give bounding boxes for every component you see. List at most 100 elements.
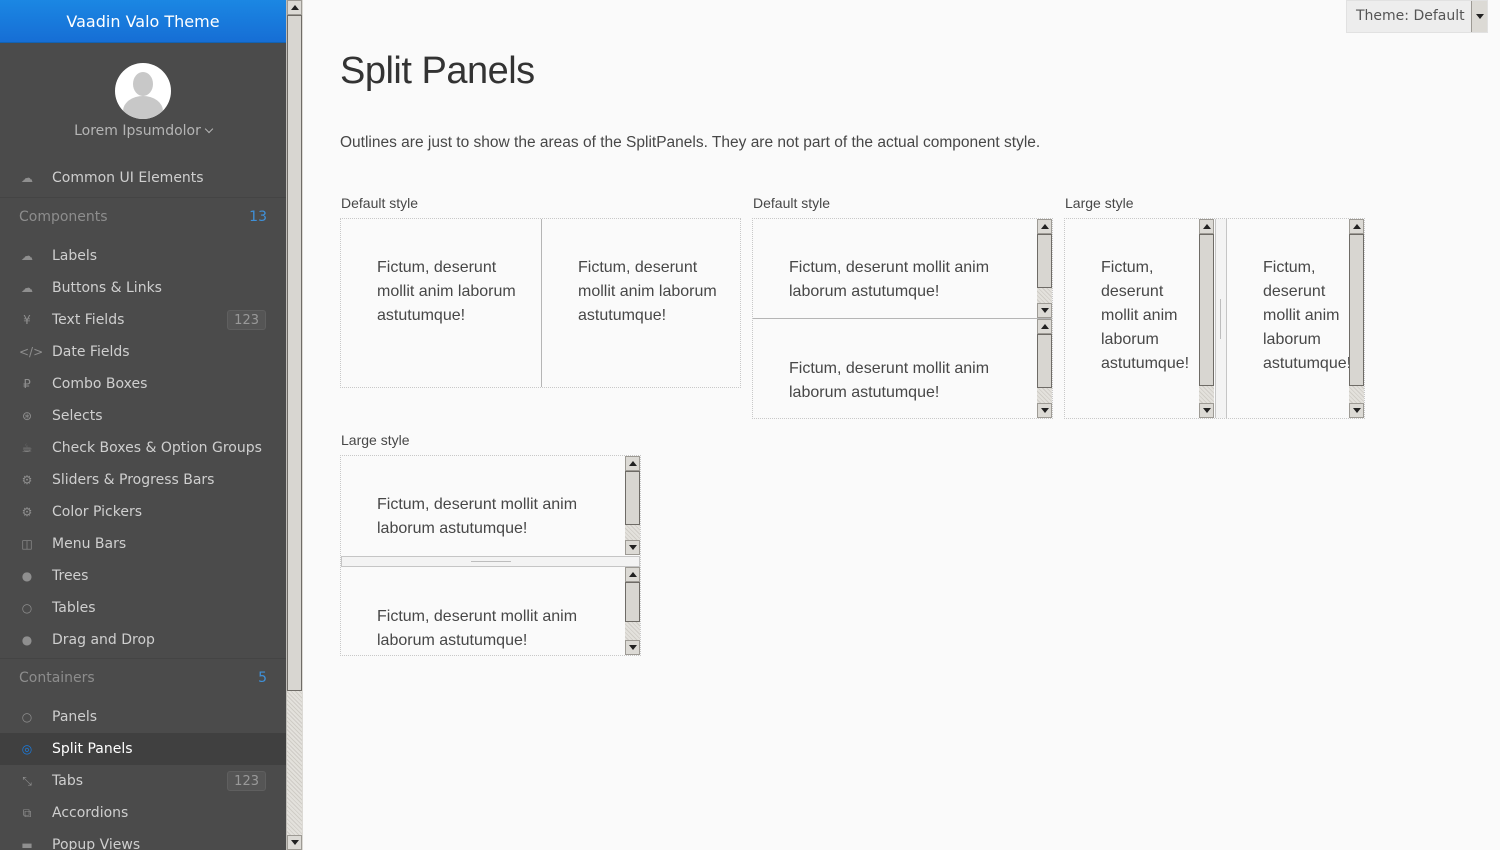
sidebar-item-label: Common UI Elements	[52, 170, 204, 186]
comment-outline-icon: ○	[21, 601, 33, 615]
scroll-up-button[interactable]	[287, 0, 302, 15]
scroll-down-button[interactable]	[287, 835, 302, 850]
sidebar-item-check-boxes[interactable]: ☕ Check Boxes & Option Groups	[0, 432, 286, 464]
user-menu[interactable]: Lorem Ipsumdolor	[0, 43, 286, 140]
sidebar-item-menu-bars[interactable]: ◫ Menu Bars	[0, 528, 286, 560]
user-name-menu[interactable]: Lorem Ipsumdolor	[0, 123, 286, 139]
scroll-thumb[interactable]	[625, 471, 640, 525]
scroll-track[interactable]	[625, 525, 640, 540]
scroll-thumb[interactable]	[287, 15, 302, 691]
sidebar-item-buttons-links[interactable]: ☁ Buttons & Links	[0, 272, 286, 304]
scroll-down-button[interactable]	[625, 640, 640, 655]
chevron-down-icon[interactable]	[1471, 1, 1487, 32]
split-panel-default-vertical: Fictum, deserunt mollit anim laborum ast…	[752, 218, 1053, 419]
scroll-track[interactable]	[287, 691, 302, 835]
page-description: Outlines are just to show the areas of t…	[340, 134, 1041, 151]
scroll-thumb[interactable]	[1037, 234, 1052, 288]
comments-outline-icon: ○	[21, 710, 33, 724]
panel-scrollbar[interactable]	[1037, 219, 1053, 318]
coffee-icon: ☕	[21, 441, 33, 455]
sidebar-item-trees[interactable]: ● Trees	[0, 560, 286, 592]
panel-scrollbar[interactable]	[1037, 319, 1053, 418]
theme-select-value: Theme: Default	[1356, 8, 1465, 24]
sidebar-item-accordions[interactable]: ⧉ Accordions	[0, 797, 286, 829]
scroll-up-button[interactable]	[1199, 219, 1214, 234]
yen-icon: ¥	[23, 313, 31, 327]
panel-text: Fictum, deserunt mollit anim laborum ast…	[789, 360, 990, 401]
sidebar-item-panels[interactable]: ○ Panels	[0, 701, 286, 733]
scroll-track[interactable]	[1199, 386, 1214, 403]
sidebar-item-label: Combo Boxes	[52, 376, 148, 392]
sidebar-item-label: Split Panels	[52, 741, 133, 757]
sidebar-item-combo-boxes[interactable]: ₽ Combo Boxes	[0, 368, 286, 400]
copy-icon: ⧉	[22, 806, 32, 820]
sidebar-item-common-ui-elements[interactable]: ☁ Common UI Elements	[0, 162, 286, 194]
sidebar-item-drag-and-drop[interactable]: ● Drag and Drop	[0, 624, 286, 656]
comment-icon: ●	[21, 569, 33, 583]
scroll-track[interactable]	[1349, 386, 1364, 403]
panel-caption: Large style	[1065, 195, 1134, 211]
comments-icon: ●	[21, 633, 33, 647]
scroll-thumb[interactable]	[1199, 234, 1214, 386]
sidebar-item-label: Labels	[52, 248, 98, 264]
code-icon: </>	[19, 345, 44, 359]
panel-scrollbar[interactable]	[625, 567, 641, 655]
scroll-thumb[interactable]	[625, 582, 640, 622]
split-panel-default-horizontal: Fictum, deserunt mollit anim laborum ast…	[340, 218, 741, 388]
scroll-down-button[interactable]	[1037, 303, 1052, 318]
splitter-handle[interactable]	[753, 318, 1052, 319]
scroll-up-button[interactable]	[625, 456, 640, 471]
scroll-down-button[interactable]	[1037, 403, 1052, 418]
panel-text: Fictum, deserunt mollit anim laborum ast…	[578, 259, 717, 324]
sidebar-item-tables[interactable]: ○ Tables	[0, 592, 286, 624]
page-title: Split Panels	[340, 50, 535, 92]
sidebar-item-popup-views[interactable]: ▬ Popup Views	[0, 829, 286, 850]
sidebar-item-label: Selects	[52, 408, 103, 424]
scroll-up-button[interactable]	[1037, 219, 1052, 234]
support-icon: ⊛	[21, 409, 33, 423]
scroll-down-button[interactable]	[625, 540, 640, 555]
panel-scrollbar[interactable]	[1199, 219, 1215, 418]
sidebar-item-labels[interactable]: ☁ Labels	[0, 240, 286, 272]
panel-scrollbar[interactable]	[625, 456, 641, 555]
sidebar-item-date-fields[interactable]: </> Date Fields	[0, 336, 286, 368]
scroll-track[interactable]	[625, 622, 640, 640]
avatar[interactable]	[115, 63, 171, 119]
scroll-up-button[interactable]	[1349, 219, 1364, 234]
panel-text: Fictum, deserunt mollit anim laborum ast…	[377, 608, 578, 649]
user-name: Lorem Ipsumdolor	[74, 123, 201, 139]
panel-caption: Large style	[341, 432, 410, 448]
app-title: Vaadin Valo Theme	[0, 0, 286, 43]
sidebar-item-tabs[interactable]: ⤡ Tabs 123	[0, 765, 286, 797]
panel-scrollbar[interactable]	[1349, 219, 1365, 418]
theme-select[interactable]: Theme: Default	[1346, 0, 1488, 33]
panel-caption: Default style	[753, 195, 831, 211]
nav-caption-containers: Containers 5	[0, 658, 286, 696]
scroll-thumb[interactable]	[1037, 334, 1052, 388]
splitter-handle[interactable]	[541, 219, 542, 387]
scroll-up-button[interactable]	[625, 567, 640, 582]
sidebar-scrollbar[interactable]	[286, 0, 303, 850]
sidebar-item-color-pickers[interactable]: ⚙ Color Pickers	[0, 496, 286, 528]
sidebar-item-text-fields[interactable]: ¥ Text Fields 123	[0, 304, 286, 336]
panel-text: Fictum, deserunt mollit anim laborum ast…	[377, 259, 516, 324]
sidebar-item-split-panels[interactable]: ◎ Split Panels	[0, 733, 286, 765]
scroll-up-button[interactable]	[1037, 319, 1052, 334]
sidebar-item-label: Drag and Drop	[52, 632, 155, 648]
count-badge: 123	[227, 771, 266, 791]
scroll-down-button[interactable]	[1349, 403, 1364, 418]
splitter-handle[interactable]	[1215, 219, 1227, 418]
sidebar-item-selects[interactable]: ⊛ Selects	[0, 400, 286, 432]
scroll-down-button[interactable]	[1199, 403, 1214, 418]
scroll-track[interactable]	[1037, 388, 1052, 403]
scroll-thumb[interactable]	[1349, 234, 1364, 386]
caption-count: 5	[258, 670, 267, 686]
sidebar-item-label: Menu Bars	[52, 536, 127, 552]
scroll-track[interactable]	[1037, 288, 1052, 303]
caption-label: Components	[19, 209, 108, 225]
compress-icon: ⤡	[22, 774, 32, 788]
sidebar-item-label: Buttons & Links	[52, 280, 162, 296]
splitter-handle[interactable]	[341, 556, 640, 567]
cloud-download-icon: ☁	[21, 281, 33, 295]
sidebar-item-sliders[interactable]: ⚙ Sliders & Progress Bars	[0, 464, 286, 496]
